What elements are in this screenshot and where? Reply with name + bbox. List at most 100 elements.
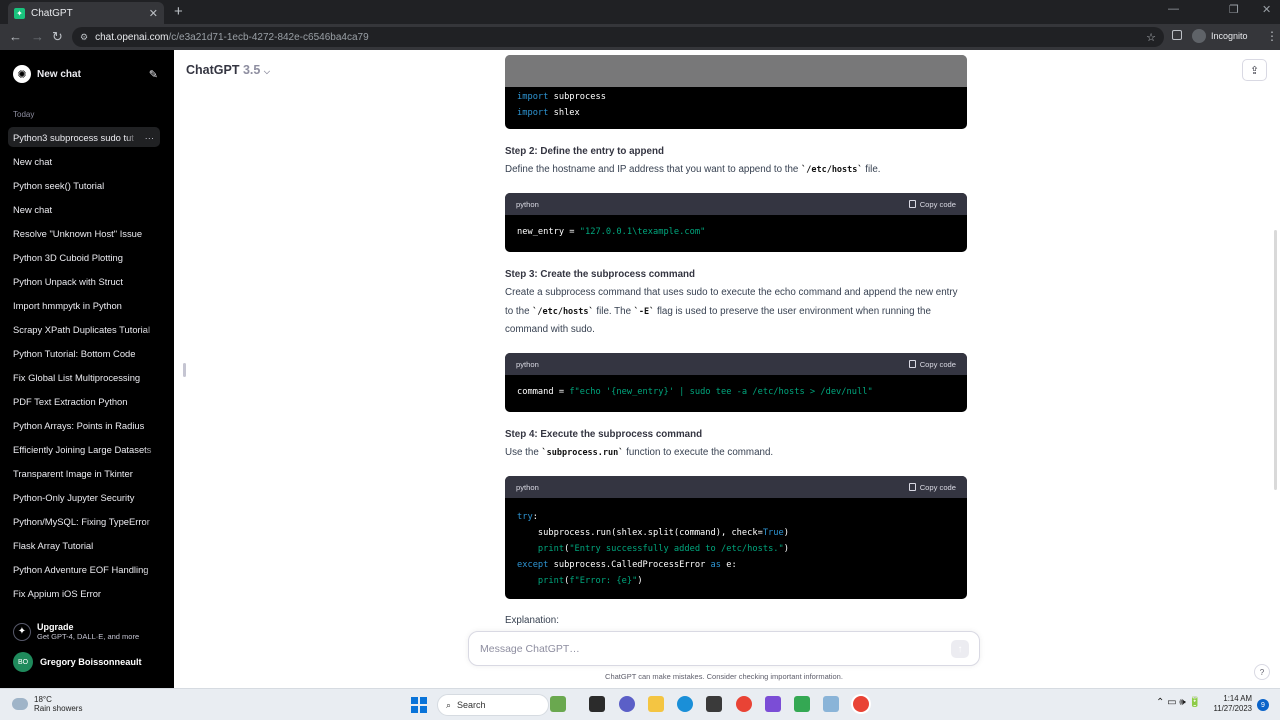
history-item[interactable]: Python/MySQL: Fixing TypeError xyxy=(8,511,160,531)
message-placeholder: Message ChatGPT… xyxy=(480,642,580,655)
send-button[interactable]: ↑ xyxy=(951,640,969,658)
system-clock[interactable]: 1:14 AM 11/27/2023 xyxy=(1210,694,1252,714)
browser-menu-icon[interactable]: ⋮ xyxy=(1266,29,1278,43)
history-item-label: Efficiently Joining Large Datasets xyxy=(13,443,152,455)
history-item-label: Python-Only Jupyter Security xyxy=(13,491,135,503)
fade-overlay xyxy=(144,439,160,459)
reload-icon[interactable]: ↻ xyxy=(52,29,63,45)
history-item[interactable]: Python Adventure EOF Handling xyxy=(8,559,160,579)
weather-text: Rain showers xyxy=(34,704,83,713)
code-content[interactable]: import subprocess import shlex xyxy=(505,87,967,121)
taskbar-search[interactable]: ⌕ Search xyxy=(437,694,549,716)
code-block: python Copy code new_entry = "127.0.0.1\… xyxy=(505,193,967,252)
history-item-label: Python seek() Tutorial xyxy=(13,179,105,191)
sidebar-toggle-handle[interactable] xyxy=(183,363,186,377)
url-path: /c/e3a21d71-1ecb-4272-842e-c6546ba4ca79 xyxy=(168,31,369,43)
code-content[interactable]: new_entry = "127.0.0.1\texample.com" xyxy=(505,215,967,240)
copy-code-button[interactable]: Copy code xyxy=(908,483,956,492)
restore-icon[interactable]: ❐ xyxy=(1229,3,1239,16)
edge-browser-icon[interactable] xyxy=(677,696,693,712)
more-options-icon[interactable]: ··· xyxy=(145,132,154,143)
history-item-label: PDF Text Extraction Python xyxy=(13,395,128,407)
step-heading: Step 3: Create the subprocess command xyxy=(505,269,696,280)
store-icon[interactable] xyxy=(706,696,722,712)
search-label: Search xyxy=(457,700,486,710)
code-header: python Copy code xyxy=(505,193,967,215)
back-icon[interactable]: ← xyxy=(9,29,22,44)
tray-icons[interactable]: ⌃ ▭ 🕪 🔋 xyxy=(1156,697,1201,708)
browser-tab[interactable]: ✦ ChatGPT ✕ xyxy=(8,2,164,24)
history-item[interactable]: PDF Text Extraction Python xyxy=(8,391,160,411)
bookmark-star-icon[interactable]: ☆ xyxy=(1146,31,1156,44)
site-info-icon[interactable]: ⚙ xyxy=(80,32,88,43)
history-item-label: Python/MySQL: Fixing TypeError xyxy=(13,515,150,527)
browser-tab-strip: ✦ ChatGPT ✕ + — ❐ ✕ xyxy=(0,0,1280,24)
code-token: new_entry = xyxy=(517,227,580,237)
copy-label: Copy code xyxy=(919,199,956,209)
copy-code-button[interactable]: Copy code xyxy=(908,199,956,209)
url-host: chat.openai.com xyxy=(95,31,169,43)
history-item[interactable]: Resolve "Unknown Host" Issue xyxy=(8,223,160,243)
paragraph: Create a subprocess command that uses su… xyxy=(505,284,967,340)
scrollbar[interactable] xyxy=(1274,230,1277,490)
history-item[interactable]: Python 3D Cuboid Plotting xyxy=(8,247,160,267)
history-item[interactable]: Python seek() Tutorial xyxy=(8,175,160,195)
code-token: subprocess xyxy=(548,92,606,102)
fade-overlay xyxy=(144,319,160,339)
upgrade-button[interactable]: ✦ Upgrade Get GPT-4, DALL·E, and more xyxy=(13,622,139,641)
history-item[interactable]: Python Arrays: Points in Radius xyxy=(8,415,160,435)
chrome-active-icon[interactable] xyxy=(853,696,869,712)
minimize-icon[interactable]: — xyxy=(1168,3,1179,15)
share-icon: ⇪ xyxy=(1249,64,1260,77)
window-close-icon[interactable]: ✕ xyxy=(1262,3,1271,16)
app-icon[interactable] xyxy=(823,696,839,712)
app-icon[interactable] xyxy=(794,696,810,712)
clipboard-icon xyxy=(908,200,916,208)
share-button[interactable]: ⇪ xyxy=(1242,59,1267,81)
history-item-label: Flask Array Tutorial xyxy=(13,539,94,551)
notification-badge[interactable]: 9 xyxy=(1257,699,1269,711)
code-content[interactable]: try: subprocess.run(shlex.split(command)… xyxy=(505,498,967,589)
history-item[interactable]: New chat xyxy=(8,151,160,171)
close-tab-icon[interactable]: ✕ xyxy=(149,7,158,20)
user-menu[interactable]: BO Gregory Boissonneault xyxy=(13,652,142,672)
history-item[interactable]: Efficiently Joining Large Datasets xyxy=(8,439,160,459)
app-icon[interactable] xyxy=(765,696,781,712)
history-item[interactable]: Fix Appium iOS Error xyxy=(8,583,160,603)
code-content[interactable]: command = f"echo '{new_entry}' | sudo te… xyxy=(505,375,967,400)
help-button[interactable]: ? xyxy=(1254,664,1270,680)
forward-icon[interactable]: → xyxy=(31,29,44,44)
history-item[interactable]: Python Tutorial: Bottom Code xyxy=(8,343,160,363)
start-windows-icon[interactable] xyxy=(411,697,427,713)
history-item[interactable]: New chat xyxy=(8,199,160,219)
incognito-label: Incognito xyxy=(1211,31,1248,41)
history-item[interactable]: Python3 subprocess sudo tut ··· xyxy=(8,127,160,147)
edit-icon[interactable]: ✎ xyxy=(149,68,158,81)
model-selector[interactable]: ChatGPT 3.5 ⌵ xyxy=(186,63,270,77)
incognito-indicator[interactable]: Incognito xyxy=(1192,29,1248,43)
file-explorer-icon[interactable] xyxy=(648,696,664,712)
code-header: python Copy code xyxy=(505,476,967,498)
step-heading: Step 2: Define the entry to append xyxy=(505,146,664,157)
message-input[interactable]: Message ChatGPT… ↑ xyxy=(468,631,980,666)
url-field[interactable]: ⚙ chat.openai.com/c/e3a21d71-1ecb-4272-8… xyxy=(72,27,1164,47)
task-view-icon[interactable] xyxy=(589,696,605,712)
chat-teams-icon[interactable] xyxy=(619,696,635,712)
history-item[interactable]: Flask Array Tutorial xyxy=(8,535,160,555)
history-item[interactable]: Import hmmpytk in Python xyxy=(8,295,160,315)
code-token: ) xyxy=(783,544,789,554)
history-item[interactable]: Python-Only Jupyter Security xyxy=(8,487,160,507)
weather-widget[interactable]: 18°C Rain showers xyxy=(12,695,82,713)
history-item[interactable]: Fix Global List Multiprocessing xyxy=(8,367,160,387)
history-item[interactable]: Transparent Image in Tkinter xyxy=(8,463,160,483)
history-item-label: Resolve "Unknown Host" Issue xyxy=(13,227,143,239)
paragraph: Use the `subprocess.run` function to exe… xyxy=(505,444,967,463)
chrome-icon[interactable] xyxy=(736,696,752,712)
history-item[interactable]: Scrapy XPath Duplicates Tutorial xyxy=(8,319,160,339)
copy-code-button[interactable]: Copy code xyxy=(908,360,956,369)
history-item[interactable]: Python Unpack with Struct xyxy=(8,271,160,291)
widget-tree-icon[interactable] xyxy=(550,696,566,712)
new-chat-button[interactable]: ✺ New chat ✎ xyxy=(8,62,158,86)
side-panel-icon[interactable] xyxy=(1172,30,1182,40)
new-tab-icon[interactable]: + xyxy=(174,3,183,20)
